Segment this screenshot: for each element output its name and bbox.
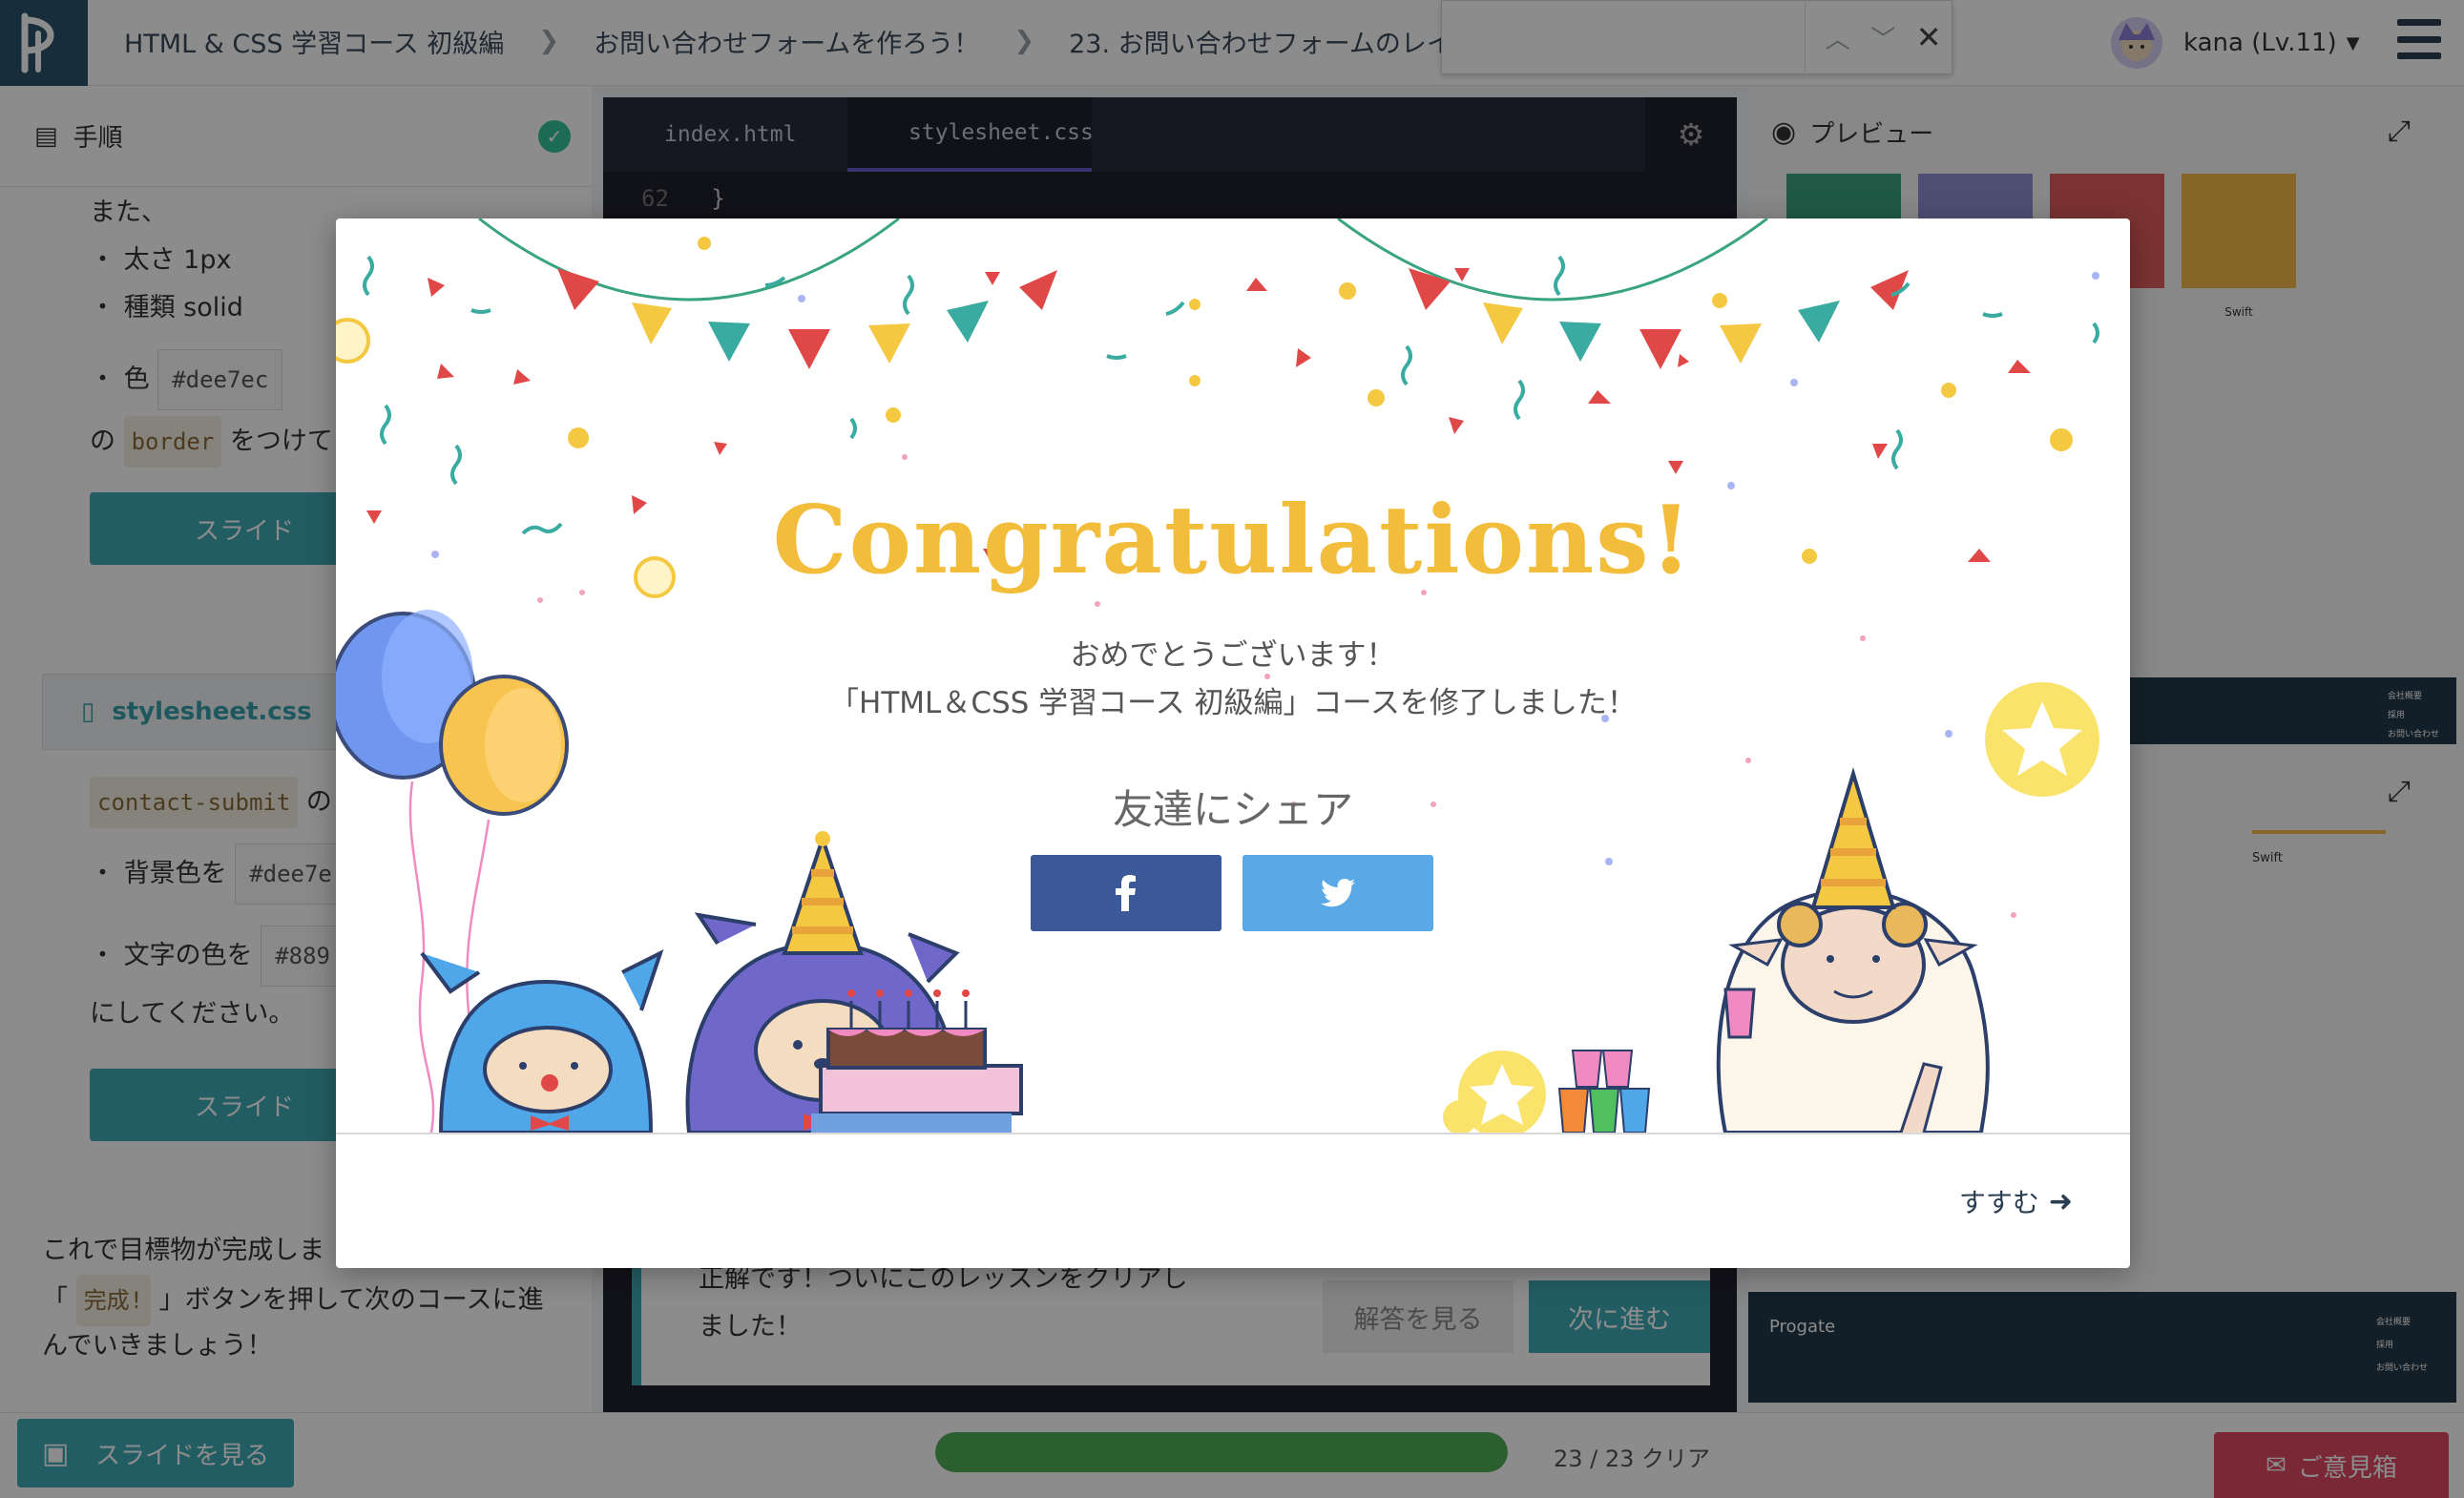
next-link[interactable]: すすむ ➜: [1959, 1182, 2073, 1220]
ninja-blue: [420, 949, 664, 1133]
modal-divider: [336, 1133, 2130, 1134]
congrats-message: おめでとうございます！: [1070, 638, 1396, 673]
arrow-right-icon: ➜: [2048, 1184, 2073, 1218]
star-badges: [1443, 1051, 1546, 1133]
twitter-icon: [1321, 879, 1355, 907]
twitter-share-button[interactable]: [1242, 855, 1433, 931]
bunting-right: [1409, 268, 1909, 369]
facebook-icon: [1116, 875, 1136, 911]
congratulations-modal: Congratulations! おめでとうございます！ 「HTML＆CSS 学…: [336, 218, 2130, 1268]
share-title: 友達にシェア: [1112, 786, 1353, 833]
bunting-left: [557, 268, 1057, 369]
course-complete-message: 「HTML＆CSS 学習コース 初級編」コースを修了しました！: [829, 686, 1637, 720]
cups-stack: [1557, 1050, 1651, 1133]
next-link-label: すすむ: [1958, 1187, 2039, 1218]
congratulations-title: Congratulations!: [772, 486, 1694, 595]
celebration-illustration: [336, 218, 2099, 1133]
facebook-share-button[interactable]: [1031, 855, 1222, 931]
